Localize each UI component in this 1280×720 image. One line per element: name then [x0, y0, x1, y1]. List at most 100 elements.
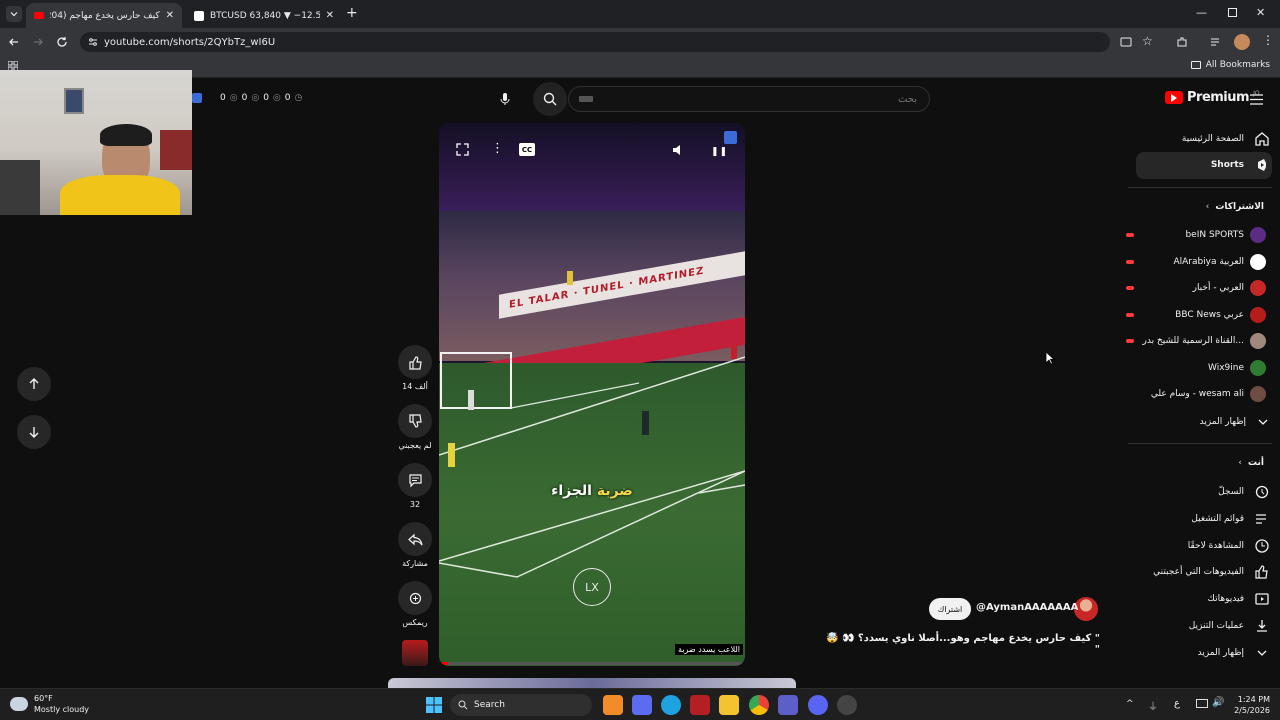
app-icon[interactable] — [690, 695, 710, 715]
expand-icon[interactable] — [456, 143, 469, 156]
live-indicator-icon — [1126, 259, 1134, 264]
new-tab-button[interactable]: + — [346, 5, 358, 21]
tab-btcusd[interactable]: BTCUSD 63,840 ▼ −12.55% ab ✕ — [186, 3, 342, 28]
subscriptions-header[interactable]: ‹ الاشتراكات — [1206, 202, 1264, 212]
sidebar-item-home[interactable]: الصفحة الرئيسية — [1135, 126, 1270, 152]
subscription-item[interactable]: القناة الرسمية للشيخ بدر... — [1126, 331, 1266, 351]
chrome-icon[interactable] — [749, 695, 769, 715]
search-input[interactable]: بحث — [568, 86, 930, 112]
tab-search-button[interactable] — [6, 6, 22, 22]
star-icon[interactable]: ☆ — [1142, 34, 1153, 48]
profile-avatar[interactable] — [1234, 34, 1250, 50]
subscription-item[interactable]: وسام علي - wesam ali — [1126, 384, 1266, 404]
show-more-subscriptions[interactable]: إظهار المزيد — [1135, 409, 1270, 435]
wall-picture — [64, 88, 84, 114]
menu-kebab-icon[interactable]: ⋮ — [1262, 33, 1274, 47]
language-indicator[interactable]: ع — [1174, 698, 1180, 709]
close-icon[interactable]: ✕ — [326, 10, 334, 21]
comments-button[interactable]: 32 — [398, 463, 432, 509]
voice-search-button[interactable] — [488, 82, 522, 116]
cast-icon[interactable] — [1120, 36, 1132, 48]
copilot-icon[interactable] — [632, 695, 652, 715]
channel-avatar — [1250, 359, 1266, 376]
edge-icon[interactable] — [661, 695, 681, 715]
steam-icon[interactable] — [837, 695, 857, 715]
hamburger-menu-icon[interactable] — [1250, 94, 1263, 105]
app-icon[interactable] — [603, 695, 623, 715]
dislike-button[interactable]: لم يعجبني — [398, 404, 432, 450]
close-icon[interactable]: ✕ — [166, 10, 174, 21]
site-info-icon[interactable] — [88, 37, 98, 47]
youtube-favicon-icon — [34, 12, 44, 19]
share-button[interactable]: مشاركة — [398, 522, 432, 568]
search-placeholder: بحث — [897, 93, 917, 105]
maximize-button[interactable] — [1228, 8, 1237, 17]
tab-youtube[interactable]: كيف حارس يخدع مهاجم (204) * ✕ — [26, 3, 182, 28]
subscription-item[interactable]: BBC News عربي — [1126, 305, 1266, 325]
short-video-player[interactable]: EL TALAR · TUNEL · MARTINEZ ضربة الجزاء … — [439, 123, 745, 666]
channel-avatar — [1250, 227, 1266, 243]
captions-icon[interactable]: CC — [519, 143, 535, 156]
teams-icon[interactable] — [778, 695, 798, 715]
sidebar-item-playlist[interactable]: قوائم التشغيل — [1135, 506, 1270, 532]
address-bar[interactable]: youtube.com/shorts/2QYbTz_wI6U — [80, 32, 1110, 52]
subscription-item[interactable]: AlArabiya العربية — [1126, 252, 1266, 272]
clock[interactable]: 1:24 PM 2/5/2026 — [1228, 694, 1270, 716]
back-icon[interactable] — [8, 36, 20, 48]
weather-widget[interactable]: 60°F Mostly cloudy — [10, 693, 89, 715]
youtube-premium-logo[interactable]: Premium JO — [1165, 90, 1260, 105]
chevron-up-icon[interactable]: ^ — [1126, 699, 1134, 709]
windows-start-icon[interactable] — [424, 695, 444, 715]
display-icon[interactable] — [1196, 699, 1208, 708]
subscription-item[interactable]: Wix9ine — [1126, 358, 1266, 378]
chevron-left-icon: ‹ — [1238, 458, 1242, 468]
reload-icon[interactable] — [56, 36, 68, 48]
media-icon[interactable] — [1210, 36, 1222, 48]
discord-icon[interactable] — [808, 695, 828, 715]
sidebar-item-shorts-content[interactable]: Shorts — [1135, 152, 1270, 178]
subscription-item[interactable]: العربي - أخبار — [1126, 278, 1266, 298]
all-bookmarks-button[interactable]: All Bookmarks — [1190, 60, 1270, 70]
sound-thumbnail[interactable] — [402, 640, 428, 666]
progress-track[interactable] — [439, 662, 745, 665]
dislike-label: لم يعجبني — [398, 441, 432, 450]
minimize-button[interactable]: — — [1196, 6, 1207, 19]
subscription-item[interactable]: beIN SPORTS — [1126, 225, 1266, 245]
sidebar-item-like[interactable]: الفيديوهات التي أعجبتني — [1135, 559, 1270, 585]
previous-short-button[interactable] — [17, 367, 51, 401]
search-button[interactable] — [533, 82, 567, 116]
live-indicator-icon — [1126, 233, 1134, 237]
file-explorer-icon[interactable] — [719, 695, 739, 715]
subscription-name: القناة الرسمية للشيخ بدر... — [1142, 336, 1245, 346]
channel-name[interactable]: @AymanAAAAAAA — [976, 602, 1078, 613]
counter: 0 — [263, 93, 269, 103]
forward-icon[interactable] — [32, 36, 44, 48]
like-button[interactable]: 14 ألف — [398, 345, 432, 391]
remix-label: ريمكس — [402, 618, 428, 627]
next-short-button[interactable] — [17, 415, 51, 449]
sidebar-item-video[interactable]: فيديوهاتك — [1135, 586, 1270, 612]
subscribe-button[interactable]: اشتراك — [929, 598, 971, 620]
remix-button[interactable]: ريمكس — [398, 581, 432, 627]
you-header[interactable]: ‹ أنت — [1238, 458, 1264, 468]
sidebar-item-chevron-down[interactable]: إظهار المزيد — [1135, 640, 1270, 666]
more-options-icon[interactable]: ⋮ — [491, 141, 504, 156]
history-icon — [1255, 485, 1269, 499]
player — [468, 390, 474, 410]
browser-tab-strip: كيف حارس يخدع مهاجم (204) * ✕ BTCUSD 63,… — [0, 0, 1280, 28]
video-top-band — [439, 123, 745, 213]
sidebar-item-clock[interactable]: المشاهدة لاحقًا — [1135, 533, 1270, 559]
app-icon — [192, 93, 202, 103]
sidebar-item-history[interactable]: السجلّ — [1135, 479, 1270, 505]
volume-tray-icon[interactable]: 🔊 — [1212, 697, 1224, 708]
extensions-icon[interactable] — [1176, 36, 1188, 48]
shorts-icon — [1258, 159, 1266, 171]
microphone-tray-icon[interactable]: ⏚ — [1148, 698, 1158, 713]
sidebar-item-download[interactable]: عمليات التنزيل — [1135, 613, 1270, 639]
volume-icon[interactable] — [671, 143, 685, 157]
taskbar-search[interactable]: Search — [450, 694, 592, 716]
pause-icon[interactable]: ❚❚ — [711, 147, 728, 157]
close-window-button[interactable]: ✕ — [1256, 6, 1265, 19]
watermark-logo: LX — [573, 568, 611, 606]
keyboard-icon[interactable] — [579, 96, 593, 102]
